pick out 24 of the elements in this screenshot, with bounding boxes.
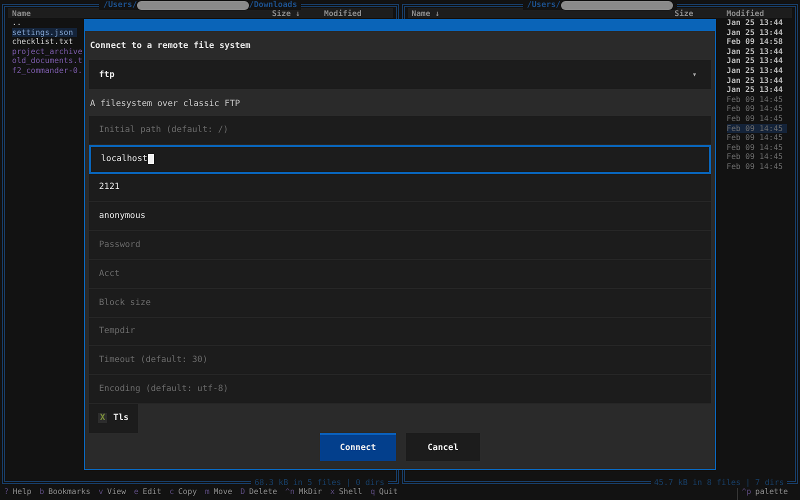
input-field[interactable]: localhost [89,144,711,174]
input-field[interactable]: Block size [89,288,711,318]
panel-status: 68.3 kB in 5 files | 0 dirs [251,478,388,488]
text-cursor [148,154,154,164]
input-field[interactable]: Acct [89,260,711,289]
dropdown-arrow: ▾ [692,70,697,79]
field-value: localhost [101,154,148,164]
input-field[interactable]: 2121 [89,174,711,202]
input-field[interactable]: Timeout (default: 30) [89,346,711,376]
panel-path: /Users/ [103,0,138,10]
panel-path: /Users/ [526,0,561,10]
panel-path: /Downloads [249,0,298,10]
dialog-title: Connect to a remote file system [89,40,252,53]
input-field[interactable]: Encoding (default: utf-8) [89,375,711,404]
cancel-button[interactable]: Cancel [406,432,480,461]
protocol-select[interactable]: ftp ▾ [89,60,711,89]
input-field[interactable]: Initial path (default: /) [89,116,711,145]
panel-status: 45.7 kB in 8 files | 7 dirs [650,478,787,488]
input-field[interactable]: Tempdir [89,318,711,346]
input-field[interactable]: anonymous [89,202,711,232]
protocol-description: A filesystem over classic FTP [89,98,242,111]
connect-button[interactable]: Connect [320,432,396,461]
tls-checkbox[interactable]: X Tls [89,404,138,433]
input-field[interactable]: Password [89,231,711,260]
